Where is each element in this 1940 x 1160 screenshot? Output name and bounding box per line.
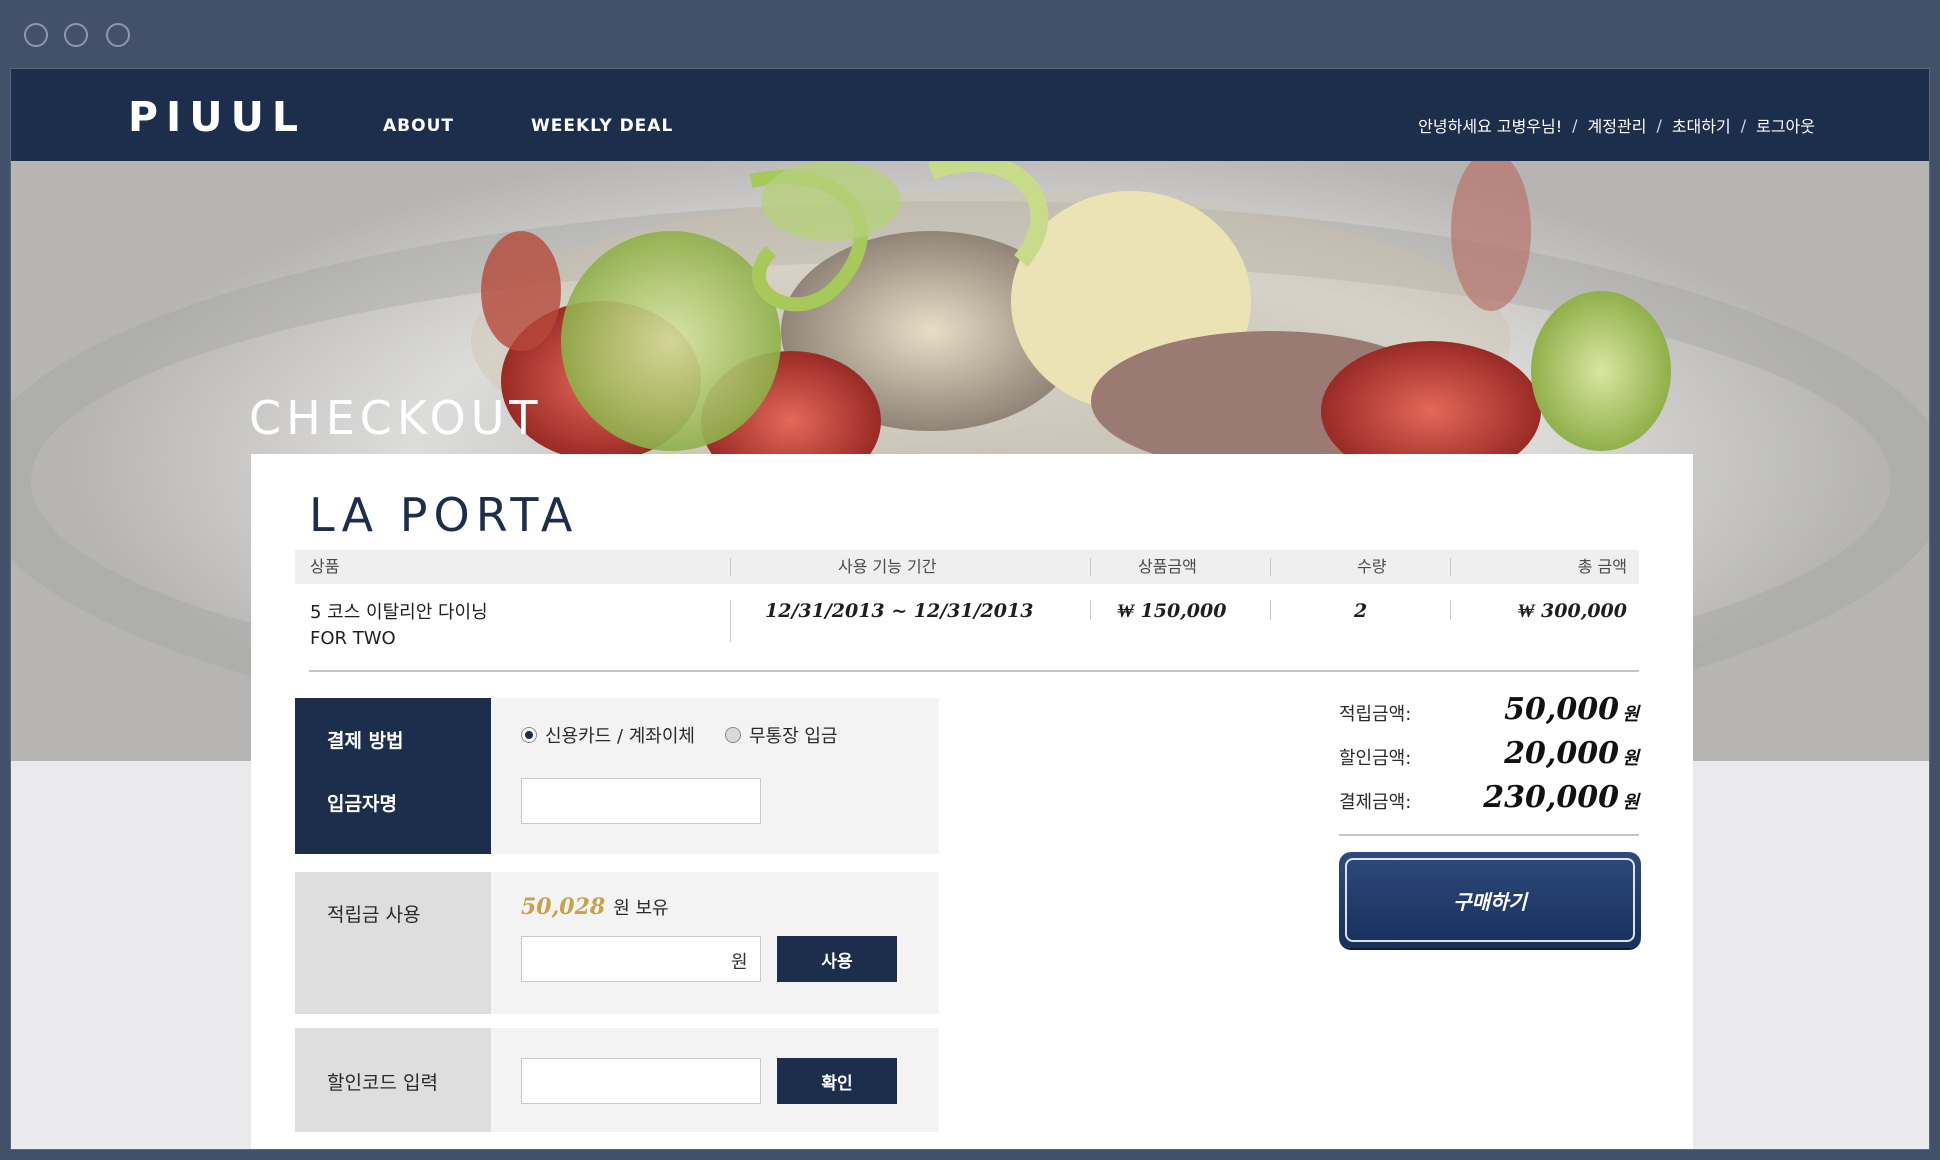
product-name-line2: FOR TWO	[310, 628, 396, 649]
unit-price: ₩ 150,000	[1117, 600, 1227, 622]
confirm-coupon-button[interactable]: 확인	[777, 1058, 897, 1104]
account-settings-link[interactable]: 계정관리	[1588, 113, 1647, 137]
separator: /	[1572, 115, 1578, 135]
payment-label-column	[295, 698, 491, 854]
summary-payment-label: 결제금액:	[1339, 792, 1412, 813]
points-balance-value: 50,028	[521, 894, 606, 920]
summary-points-unit: 원	[1622, 704, 1639, 725]
window-maximize-icon[interactable]	[106, 23, 130, 47]
quantity-value: 2	[1354, 600, 1368, 622]
venue-title: LA PORTA	[309, 488, 579, 542]
product-name: 5 코스 이탈리안 다이닝 FOR TWO	[310, 600, 488, 652]
points-balance: 50,028 원 보유	[521, 894, 669, 920]
radio-card-transfer-label: 신용카드 / 계좌이체	[545, 726, 695, 747]
use-points-button[interactable]: 사용	[777, 936, 897, 982]
page-title: CHECKOUT	[249, 391, 543, 445]
food-photo	[471, 161, 1671, 491]
points-panel: 적립금 사용 50,028 원 보유 원 사용	[295, 872, 939, 1014]
column-divider	[1450, 600, 1451, 620]
radio-bank-deposit[interactable]: 무통장 입금	[725, 722, 838, 748]
radio-bank-deposit-label: 무통장 입금	[749, 726, 838, 747]
order-row: 5 코스 이탈리안 다이닝 FOR TWO 12/31/2013 ~ 12/31…	[295, 584, 1639, 658]
brand-logo[interactable]: PIUUL	[128, 93, 306, 141]
column-divider	[1270, 600, 1271, 620]
col-product: 상품	[310, 557, 340, 576]
logout-link[interactable]: 로그아웃	[1756, 113, 1815, 137]
depositor-label: 입금자명	[327, 793, 397, 815]
col-price: 상품금액	[1138, 557, 1197, 576]
summary-payment-value: 230,000	[1483, 780, 1619, 815]
points-label-column	[295, 872, 491, 1014]
account-menu: 안녕하세요 고병우님! / 계정관리 / 초대하기 / 로그아웃	[1418, 113, 1815, 137]
radio-card-transfer[interactable]: 신용카드 / 계좌이체	[521, 722, 695, 748]
points-input-unit: 원	[731, 952, 748, 973]
points-balance-suffix: 원 보유	[613, 898, 669, 919]
summary-payment-unit: 원	[1622, 792, 1639, 813]
window-close-icon[interactable]	[24, 23, 48, 47]
payment-method-label: 결제 방법	[327, 730, 404, 752]
greeting-text: 안녕하세요 고병우님!	[1418, 117, 1563, 136]
window-minimize-icon[interactable]	[64, 23, 88, 47]
summary-points-label: 적립금액:	[1339, 704, 1412, 725]
points-amount-input[interactable]	[521, 936, 761, 982]
table-bottom-rule	[309, 670, 1639, 672]
summary-points-row: 적립금액: 50,000 원	[1339, 692, 1639, 732]
column-divider	[1270, 558, 1271, 576]
summary-payment-row: 결제금액: 230,000 원	[1339, 780, 1639, 820]
depositor-name-input[interactable]	[521, 778, 761, 824]
top-nav: PIUUL ABOUT WEEKLY DEAL 안녕하세요 고병우님! / 계정…	[11, 69, 1929, 161]
summary-discount-unit: 원	[1622, 748, 1639, 769]
summary-discount-value: 20,000	[1504, 736, 1619, 771]
invite-link[interactable]: 초대하기	[1672, 113, 1731, 137]
summary-discount-row: 할인금액: 20,000 원	[1339, 736, 1639, 776]
window-titlebar	[0, 0, 1940, 68]
summary-discount-label: 할인금액:	[1339, 748, 1412, 769]
column-divider	[1090, 558, 1091, 576]
product-name-line1: 5 코스 이탈리안 다이닝	[310, 602, 488, 623]
column-divider	[730, 558, 731, 576]
radio-selected-icon[interactable]	[521, 727, 537, 743]
coupon-label: 할인코드 입력	[327, 1072, 438, 1094]
checkout-card: LA PORTA 상품 사용 기능 기간 상품금액 수량 총 금액 5 코스 이…	[251, 454, 1693, 1149]
points-label: 적립금 사용	[327, 904, 421, 926]
col-quantity: 수량	[1357, 557, 1387, 576]
order-table-header: 상품 사용 기능 기간 상품금액 수량 총 금액	[295, 550, 1639, 584]
coupon-code-input[interactable]	[521, 1058, 761, 1104]
payment-method-panel: 결제 방법 입금자명 신용카드 / 계좌이체 무통장 입금	[295, 698, 939, 854]
coupon-panel: 할인코드 입력 확인	[295, 1028, 939, 1132]
separator: /	[1656, 115, 1662, 135]
separator: /	[1740, 115, 1747, 135]
col-period: 사용 기능 기간	[838, 557, 937, 576]
summary-rule	[1339, 834, 1639, 836]
nav-weekly-deal[interactable]: WEEKLY DEAL	[531, 116, 673, 136]
col-total: 총 금액	[1577, 557, 1627, 576]
column-divider	[1090, 600, 1091, 620]
radio-unselected-icon[interactable]	[725, 727, 741, 743]
purchase-button-label: 구매하기	[1345, 858, 1635, 942]
total-price: ₩ 300,000	[1517, 600, 1627, 622]
payment-options: 신용카드 / 계좌이체 무통장 입금	[521, 722, 838, 748]
column-divider	[730, 600, 731, 642]
column-divider	[1450, 558, 1451, 576]
purchase-button[interactable]: 구매하기	[1339, 852, 1641, 948]
nav-about[interactable]: ABOUT	[383, 116, 454, 136]
summary-points-value: 50,000	[1504, 692, 1619, 727]
browser-viewport: CHECKOUT PIUUL ABOUT WEEKLY DEAL 안녕하세요 고…	[10, 68, 1930, 1150]
usage-period: 12/31/2013 ~ 12/31/2013	[765, 600, 1034, 622]
